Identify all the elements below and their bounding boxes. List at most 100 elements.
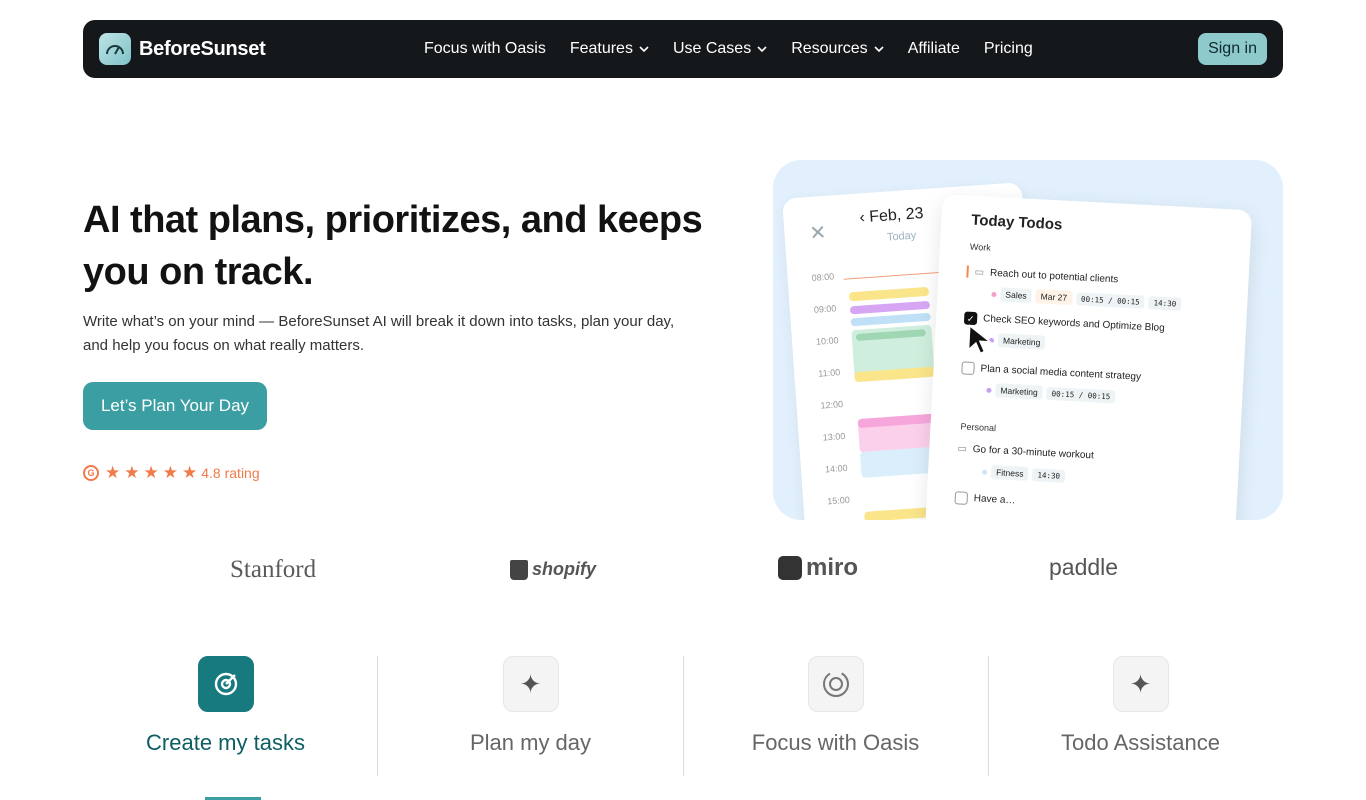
todo-text: Go for a 30-minute workout bbox=[972, 444, 1095, 462]
logo-stanford: Stanford bbox=[230, 556, 317, 583]
nav-focus-with-oasis[interactable]: Focus with Oasis bbox=[424, 40, 546, 58]
nav-resources[interactable]: Resources bbox=[791, 40, 884, 58]
sparkle-icon: ✦ bbox=[1112, 656, 1169, 712]
hour-label: 10:00 bbox=[815, 335, 839, 347]
hour-label: 11:00 bbox=[817, 367, 841, 379]
tag-label: Marketing bbox=[995, 383, 1044, 400]
tag-dot bbox=[991, 291, 997, 297]
plan-your-day-button[interactable]: Let’s Plan Your Day bbox=[83, 382, 267, 430]
todo-meta: Marketing 00:15 / 00:15 bbox=[986, 383, 1116, 404]
tab-plan-my-day[interactable]: ✦ Plan my day bbox=[378, 656, 683, 776]
today-todos-card: Today Todos Work ▭ Reach out to potentia… bbox=[923, 194, 1253, 520]
todos-title: Today Todos bbox=[970, 211, 1063, 234]
target-icon bbox=[197, 656, 254, 712]
star-icon: ★ bbox=[105, 463, 121, 482]
tab-focus-with-oasis[interactable]: Focus with Oasis bbox=[683, 656, 988, 776]
tab-label: Focus with Oasis bbox=[751, 730, 920, 755]
star-icon: ★ bbox=[124, 463, 140, 482]
chevron-down-icon bbox=[874, 46, 884, 53]
hour-label: 13:00 bbox=[822, 431, 846, 443]
section-personal: Personal bbox=[960, 421, 997, 434]
nav-label: Affiliate bbox=[907, 40, 960, 57]
tag-label: Marketing bbox=[997, 333, 1046, 350]
top-navbar: BeforeSunset Focus with Oasis Features U… bbox=[83, 20, 1283, 78]
todo-meta: Fitness 14:30 bbox=[982, 465, 1066, 483]
tag-label: Sales bbox=[1000, 287, 1033, 303]
nav-label: Pricing bbox=[983, 40, 1033, 57]
main-menu: Focus with Oasis Features Use Cases Reso… bbox=[424, 20, 1033, 78]
calendar-icon: ▭ bbox=[957, 443, 968, 455]
brand-name: BeforeSunset bbox=[139, 37, 266, 60]
hour-label: 09:00 bbox=[813, 303, 837, 315]
event-block bbox=[850, 312, 931, 327]
g2-icon: G bbox=[83, 464, 99, 481]
close-icon: ✕ bbox=[808, 221, 828, 245]
todo-item[interactable]: ▭ Go for a 30-minute workout bbox=[957, 443, 1094, 461]
logo-miro-text: miro bbox=[806, 554, 859, 581]
nav-label: Resources bbox=[791, 40, 868, 57]
priority-marker bbox=[966, 265, 969, 278]
time: 14:30 bbox=[1148, 295, 1182, 311]
logo-paddle: paddle bbox=[1049, 554, 1119, 580]
nav-use-cases[interactable]: Use Cases bbox=[673, 40, 767, 58]
calendar-today-label: Today bbox=[886, 229, 917, 244]
rating-text: 4.8 rating bbox=[201, 464, 260, 481]
event-block bbox=[848, 286, 930, 302]
todo-text: Plan a social media content strategy bbox=[980, 363, 1142, 383]
nav-label: Use Cases bbox=[672, 40, 752, 57]
logo-shopify-text: shopify bbox=[532, 559, 597, 579]
nav-label: Focus with Oasis bbox=[424, 40, 546, 57]
star-icon: ★ bbox=[143, 463, 159, 482]
nav-features[interactable]: Features bbox=[570, 40, 649, 58]
hero-title: AI that plans, prioritizes, and keeps yo… bbox=[83, 199, 703, 293]
todo-text: Reach out to potential clients bbox=[989, 267, 1119, 285]
tab-label: Create my tasks bbox=[146, 730, 305, 755]
tag-dot bbox=[986, 387, 992, 393]
section-work: Work bbox=[969, 241, 991, 253]
calendar-icon: ▭ bbox=[974, 266, 985, 278]
feature-tabs: Create my tasks ✦ Plan my day Focus with… bbox=[83, 656, 1283, 776]
todo-item[interactable]: Have a… bbox=[954, 491, 1016, 507]
todo-meta: Marketing bbox=[988, 333, 1046, 350]
logo-shopify: shopify bbox=[510, 559, 596, 580]
todo-item[interactable]: Plan a social media content strategy bbox=[961, 361, 1141, 383]
shopify-bag-icon bbox=[510, 559, 528, 580]
star-icon: ★ bbox=[182, 463, 198, 482]
due-date: Mar 27 bbox=[1035, 289, 1073, 306]
hero-subtitle: Write what’s on your mind — BeforeSunset… bbox=[83, 313, 675, 354]
todo-meta: Sales Mar 27 00:15 / 00:15 14:30 bbox=[991, 287, 1182, 311]
nav-affiliate[interactable]: Affiliate bbox=[908, 40, 960, 58]
hour-label: 14:00 bbox=[824, 462, 848, 475]
todo-item[interactable]: ▭ Reach out to potential clients bbox=[966, 265, 1119, 286]
time: 14:30 bbox=[1032, 467, 1066, 483]
chevron-down-icon bbox=[757, 46, 767, 53]
todo-text: Check SEO keywords and Optimize Blog bbox=[982, 313, 1165, 334]
tab-label: Todo Assistance bbox=[1061, 730, 1220, 755]
tag-dot bbox=[982, 469, 988, 475]
calendar-date: ‹ Feb, 23 bbox=[858, 205, 925, 227]
speedometer-icon bbox=[99, 33, 131, 65]
tab-label: Plan my day bbox=[469, 730, 592, 755]
tab-create-my-tasks[interactable]: Create my tasks bbox=[73, 656, 378, 776]
oasis-icon bbox=[807, 656, 864, 712]
todo-item[interactable]: ✓ Check SEO keywords and Optimize Blog bbox=[963, 311, 1165, 334]
nav-pricing[interactable]: Pricing bbox=[984, 40, 1033, 58]
checkbox[interactable] bbox=[954, 491, 969, 505]
app-preview-illustration: ✕ ‹ Feb, 23 Today 08:00 09:00 10:00 11:0… bbox=[773, 160, 1283, 520]
chevron-down-icon bbox=[639, 46, 649, 53]
todo-text: Have a… bbox=[973, 493, 1016, 507]
sign-in-button[interactable]: Sign in bbox=[1198, 33, 1267, 65]
sparkle-icon: ✦ bbox=[502, 656, 559, 712]
event-block bbox=[849, 300, 931, 315]
rating-row: G ★ ★ ★ ★ ★ 4.8 rating bbox=[83, 464, 260, 481]
nav-label: Features bbox=[569, 40, 633, 57]
tab-todo-assistance[interactable]: ✦ Todo Assistance bbox=[988, 656, 1293, 776]
hour-label: 12:00 bbox=[820, 399, 844, 411]
checkbox[interactable] bbox=[961, 361, 975, 376]
mouse-cursor-icon bbox=[967, 324, 993, 355]
tag-label: Fitness bbox=[990, 465, 1029, 482]
brand-logo[interactable]: BeforeSunset bbox=[99, 33, 266, 65]
miro-mark-icon bbox=[778, 556, 802, 580]
timer: 00:15 / 00:15 bbox=[1046, 386, 1116, 403]
logo-miro: miro bbox=[778, 554, 858, 582]
